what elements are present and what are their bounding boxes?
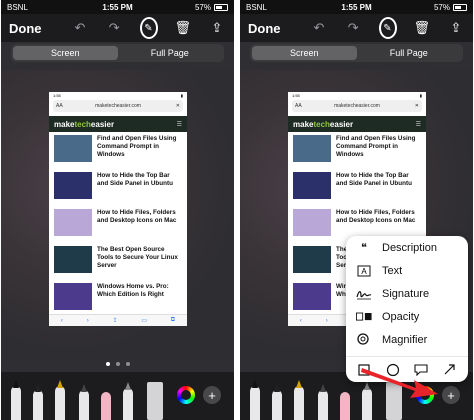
site-logo: maketecheasier: [54, 119, 115, 129]
article-item: How to Hide the Top Bar and Side Panel i…: [288, 169, 426, 206]
article-item: How to Hide Files, Folders and Desktop I…: [49, 206, 187, 243]
highlighter-tool[interactable]: [294, 380, 304, 420]
site-logo: maketecheasier: [293, 119, 354, 129]
status-bar: BSNL 1:55 PM 57%: [1, 0, 234, 14]
clock: 1:55 PM: [341, 2, 372, 12]
segment-screen[interactable]: Screen: [13, 46, 118, 60]
article-item: Find and Open Files Using Command Prompt…: [49, 132, 187, 169]
menu-item-text[interactable]: A Text: [346, 259, 468, 282]
segment-full-page[interactable]: Full Page: [118, 46, 223, 60]
share-icon[interactable]: ⇪: [208, 19, 226, 37]
menu-item-signature[interactable]: Signature: [346, 282, 468, 305]
svg-text:A: A: [361, 267, 367, 276]
pencil-tool[interactable]: [79, 384, 89, 420]
text-box-icon: A: [356, 263, 372, 279]
article-thumbnail: [54, 209, 92, 236]
markup-pen-icon[interactable]: ✎: [378, 17, 397, 39]
marker-tool[interactable]: [33, 384, 43, 420]
eraser-tool[interactable]: [340, 392, 350, 420]
eraser-tool[interactable]: [101, 392, 111, 420]
article-thumbnail: [293, 283, 331, 310]
ruler-tool[interactable]: [147, 382, 163, 420]
article-item: How to Hide the Top Bar and Side Panel i…: [49, 169, 187, 206]
redo-icon[interactable]: ↷: [105, 19, 123, 37]
segment-screen[interactable]: Screen: [252, 46, 357, 60]
pencil-tool[interactable]: [318, 384, 328, 420]
battery-icon: [214, 3, 228, 11]
article-thumbnail: [54, 172, 92, 199]
color-wheel-icon[interactable]: [177, 386, 195, 404]
magnifier-icon: [356, 332, 372, 348]
screenshot-preview[interactable]: 1:55 ▮ AA maketecheasier.com ✕ maketecheasi…: [49, 92, 187, 326]
page-indicator: [1, 362, 234, 366]
redo-icon[interactable]: ↷: [344, 19, 362, 37]
add-icon[interactable]: +: [442, 386, 460, 404]
highlighter-tool[interactable]: [55, 380, 65, 420]
battery-icon: [453, 3, 467, 11]
markup-toolbar: Done ↶ ↷ ✎ 🗑 ⇪: [1, 14, 234, 42]
status-bar: BSNL 1:55 PM 57%: [240, 0, 473, 14]
site-header: maketecheasier ☰: [49, 116, 187, 132]
preview-status-bar: 1:55 ▮: [288, 92, 426, 100]
preview-browser-toolbar: ‹›⇪▭⧉: [49, 314, 187, 326]
pointer-arrow-icon: [361, 368, 438, 398]
signature-icon: [356, 286, 372, 302]
segment-full-page[interactable]: Full Page: [357, 46, 462, 60]
trash-icon[interactable]: 🗑: [174, 19, 192, 37]
markup-pen-icon[interactable]: ✎: [139, 17, 158, 39]
share-icon[interactable]: ⇪: [447, 19, 465, 37]
menu-item-magnifier[interactable]: Magnifier: [346, 328, 468, 351]
article-thumbnail: [293, 172, 331, 199]
page-dot: [105, 362, 110, 366]
article-thumbnail: [293, 246, 331, 273]
add-icon[interactable]: +: [203, 386, 221, 404]
done-button[interactable]: Done: [248, 21, 281, 36]
view-segmented-control: Screen Full Page: [11, 44, 224, 62]
article-thumbnail: [54, 135, 92, 162]
view-segmented-control: Screen Full Page: [250, 44, 463, 62]
page-dot: [125, 362, 130, 366]
preview-status-bar: 1:55 ▮: [49, 92, 187, 100]
screenshot-editor-right: BSNL 1:55 PM 57% Done ↶ ↷ ✎ 🗑 ⇪ Screen F…: [240, 0, 473, 420]
undo-icon[interactable]: ↶: [71, 19, 89, 37]
pen-tool[interactable]: [250, 380, 260, 420]
done-button[interactable]: Done: [9, 21, 42, 36]
hamburger-icon: ☰: [415, 121, 421, 128]
preview-url-bar: AA maketecheasier.com ✕: [53, 100, 183, 112]
opacity-icon: [356, 309, 372, 325]
undo-icon[interactable]: ↶: [310, 19, 328, 37]
article-thumbnail: [54, 246, 92, 273]
clock: 1:55 PM: [102, 2, 133, 12]
quote-icon: ❝: [361, 242, 367, 254]
hamburger-icon: ☰: [176, 121, 182, 128]
article-thumbnail: [54, 283, 92, 310]
menu-item-opacity[interactable]: Opacity: [346, 305, 468, 328]
markup-toolbar: Done ↶ ↷ ✎ 🗑 ⇪: [240, 14, 473, 42]
page-dot: [115, 362, 120, 366]
pen-tool[interactable]: [11, 380, 21, 420]
article-thumbnail: [293, 135, 331, 162]
menu-item-description[interactable]: ❝ Description: [346, 236, 468, 259]
article-item: Find and Open Files Using Command Prompt…: [288, 132, 426, 169]
article-thumbnail: [293, 209, 331, 236]
preview-url-bar: AA maketecheasier.com ✕: [292, 100, 422, 112]
lasso-tool[interactable]: [123, 382, 133, 420]
site-header: maketecheasier ☰: [288, 116, 426, 132]
trash-icon[interactable]: 🗑: [413, 19, 431, 37]
article-item: Windows Home vs. Pro: Which Edition Is R…: [49, 280, 187, 317]
article-item: The Best Open Source Tools to Secure You…: [49, 243, 187, 280]
drawing-tools-tray: +: [1, 372, 234, 420]
arrow-shape-icon[interactable]: [442, 362, 458, 378]
screenshot-editor-left: BSNL 1:55 PM 57% Done ↶ ↷ ✎ 🗑 ⇪ Screen F…: [1, 0, 234, 420]
marker-tool[interactable]: [272, 384, 282, 420]
